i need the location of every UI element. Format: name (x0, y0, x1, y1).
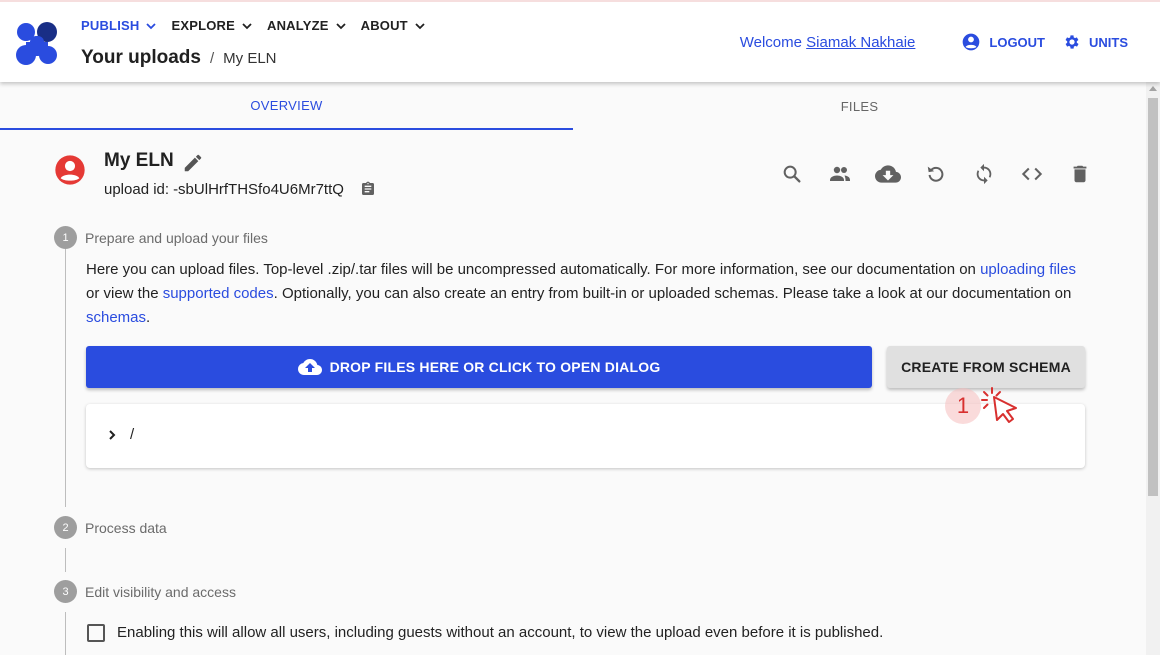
click-cursor-icon (981, 387, 1017, 423)
upload-id: upload id: -sbUlHrfTHSfo4U6Mr7ttQ (104, 181, 344, 198)
step-number: 2 (54, 516, 77, 539)
download-button[interactable] (864, 160, 912, 188)
cloud-upload-icon (297, 359, 322, 375)
instructions-text: . (146, 309, 151, 326)
refresh-button[interactable] (960, 160, 1008, 188)
upload-actions (768, 160, 1104, 188)
scroll-thumb[interactable] (1148, 98, 1158, 496)
file-browser: / (86, 404, 1085, 468)
cloud-download-icon (875, 165, 901, 183)
tab-overview[interactable]: OVERVIEW (0, 82, 573, 130)
welcome-text: Welcome Siamak Nakhaie (740, 34, 916, 51)
code-icon (1021, 167, 1043, 181)
public-visibility-checkbox[interactable] (87, 624, 105, 642)
click-marker: 1 (945, 388, 981, 424)
step-number: 3 (54, 580, 77, 603)
step-number: 1 (54, 226, 77, 249)
upload-id-label: upload id: (104, 181, 170, 198)
nomad-logo-icon[interactable] (16, 22, 60, 66)
nav-publish-label: PUBLISH (81, 18, 140, 33)
nav-analyze[interactable]: ANALYZE (267, 18, 347, 33)
breadcrumb: Your uploads / My ELN (81, 47, 277, 69)
undo-icon (927, 166, 944, 182)
delete-button[interactable] (1056, 160, 1104, 188)
file-path[interactable]: / (130, 426, 134, 443)
breadcrumb-current: My ELN (223, 50, 277, 67)
instructions-text: . Optionally, you can also create an ent… (273, 285, 1072, 302)
upload-tabs: OVERVIEW FILES (0, 82, 1146, 130)
app-bar: PUBLISH EXPLORE ANALYZE ABOUT Your uploa… (0, 0, 1160, 82)
nav-explore[interactable]: EXPLORE (171, 18, 253, 33)
step-label: Edit visibility and access (85, 583, 236, 600)
step-label: Process data (85, 519, 167, 536)
account-circle-icon (55, 155, 85, 185)
units-button[interactable]: UNITS (1063, 33, 1128, 51)
chevron-right-icon[interactable] (106, 429, 118, 441)
api-button[interactable] (1008, 160, 1056, 188)
breadcrumb-uploads[interactable]: Your uploads (81, 47, 201, 69)
instructions-text: Here you can upload files. Top-level .zi… (86, 261, 981, 278)
reprocess-button[interactable] (912, 160, 960, 188)
search-icon (783, 165, 801, 183)
logout-button[interactable]: LOGOUT (961, 32, 1045, 52)
uploading-files-link[interactable]: uploading files (980, 261, 1076, 278)
scrollbar[interactable] (1146, 82, 1160, 655)
scroll-up-icon[interactable] (1149, 86, 1157, 91)
people-icon (830, 166, 850, 181)
chevron-down-icon (335, 22, 346, 29)
step-2: 2 Process data (54, 516, 167, 539)
welcome-label: Welcome (739, 33, 802, 51)
drop-files-label: DROP FILES HERE OR CLICK TO OPEN DIALOG (329, 359, 661, 375)
chevron-down-icon (415, 22, 425, 29)
gear-icon (1065, 35, 1079, 49)
step-connector-2 (65, 548, 66, 572)
search-button[interactable] (768, 160, 816, 188)
nav-about[interactable]: ABOUT (361, 18, 426, 33)
upload-instructions: Here you can upload files. Top-level .zi… (86, 258, 1076, 330)
units-label: UNITS (1089, 34, 1128, 50)
nav-about-label: ABOUT (360, 18, 408, 33)
breadcrumb-separator: / (209, 50, 215, 67)
account-circle-icon (963, 33, 980, 51)
chevron-down-icon (242, 22, 252, 29)
instructions-text: or view the (86, 285, 163, 302)
trash-icon (1073, 165, 1087, 183)
step-connector-1 (65, 249, 66, 507)
create-from-schema-button[interactable]: CREATE FROM SCHEMA (887, 346, 1085, 388)
clipboard-icon[interactable] (360, 181, 376, 197)
step-1: 1 Prepare and upload your files (54, 226, 268, 249)
nav-publish[interactable]: PUBLISH (81, 18, 157, 33)
sync-icon (976, 163, 992, 185)
upload-title: My ELN (104, 150, 174, 171)
create-from-schema-label: CREATE FROM SCHEMA (901, 359, 1071, 375)
nav-explore-label: EXPLORE (171, 18, 235, 33)
public-visibility-label: Enabling this will allow all users, incl… (117, 624, 884, 641)
logout-label: LOGOUT (989, 34, 1045, 50)
step-label: Prepare and upload your files (85, 229, 268, 246)
members-button[interactable] (816, 160, 864, 188)
step-connector-3 (65, 612, 66, 655)
upload-id-value: -sbUlHrfTHSfo4U6Mr7ttQ (173, 181, 344, 198)
supported-codes-link[interactable]: supported codes (163, 285, 274, 302)
chevron-down-icon (146, 22, 157, 29)
user-area: Welcome Siamak Nakhaie LOGOUT UNITS (740, 32, 1128, 52)
step-3: 3 Edit visibility and access (54, 580, 236, 603)
main-nav: PUBLISH EXPLORE ANALYZE ABOUT (81, 18, 440, 33)
schemas-link[interactable]: schemas (86, 309, 146, 326)
drop-files-button[interactable]: DROP FILES HERE OR CLICK TO OPEN DIALOG (86, 346, 872, 388)
user-name-link[interactable]: Siamak Nakhaie (806, 34, 915, 51)
tab-files[interactable]: FILES (573, 82, 1146, 130)
nav-analyze-label: ANALYZE (267, 18, 329, 33)
edit-pencil-icon[interactable] (182, 152, 204, 174)
